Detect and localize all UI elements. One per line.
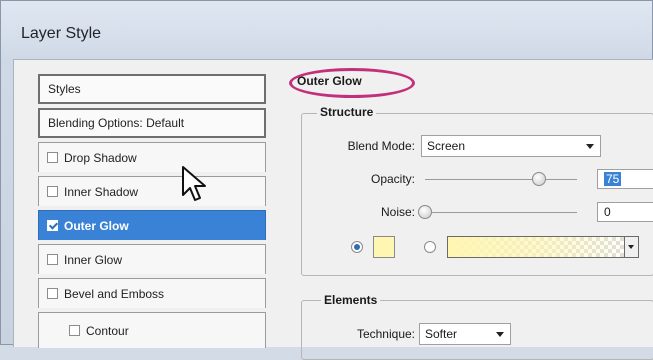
- technique-label: Technique:: [356, 327, 415, 341]
- contour-checkbox[interactable]: [69, 325, 80, 336]
- solid-color-radio[interactable]: [351, 241, 363, 253]
- noise-field[interactable]: 0: [597, 202, 653, 222]
- gradient-dropdown-icon[interactable]: [624, 237, 638, 257]
- style-item-inner-glow[interactable]: Inner Glow: [38, 244, 266, 274]
- style-item-label: Outer Glow: [64, 218, 129, 233]
- technique-select[interactable]: Softer: [419, 323, 511, 345]
- opacity-value: 75: [604, 172, 622, 186]
- blend-mode-value: Screen: [427, 139, 466, 153]
- style-item-label: Drop Shadow: [64, 150, 137, 165]
- opacity-slider-thumb[interactable]: [532, 172, 546, 186]
- glow-gradient-picker[interactable]: [447, 236, 639, 258]
- gradient-radio[interactable]: [424, 241, 436, 253]
- blend-mode-select[interactable]: Screen: [421, 135, 601, 157]
- style-item-inner-shadow[interactable]: Inner Shadow: [38, 176, 266, 206]
- mouse-pointer-icon: [182, 166, 206, 201]
- technique-value: Softer: [425, 327, 458, 341]
- noise-label: Noise:: [380, 205, 415, 219]
- style-item-label: Contour: [86, 323, 129, 338]
- styles-list: Styles Blending Options: Default Drop Sh…: [38, 74, 266, 348]
- style-item-label: Inner Glow: [64, 252, 123, 267]
- styles-header[interactable]: Styles: [38, 74, 266, 104]
- structure-label: Structure: [317, 105, 377, 119]
- styles-header-label: Styles: [48, 82, 81, 96]
- blending-options-label: Blending Options: Default: [48, 116, 185, 130]
- noise-value: 0: [604, 205, 611, 219]
- style-item-drop-shadow[interactable]: Drop Shadow: [38, 142, 266, 172]
- style-item-label: Inner Shadow: [64, 184, 139, 199]
- inner-glow-checkbox[interactable]: [47, 254, 58, 265]
- blend-mode-label: Blend Mode:: [347, 139, 415, 153]
- opacity-field[interactable]: 75: [597, 169, 653, 189]
- chevron-down-icon: [586, 144, 594, 149]
- layer-style-window: Layer Style Styles Blending Options: Def…: [0, 0, 653, 360]
- inner-shadow-checkbox[interactable]: [47, 186, 58, 197]
- title-bar: Layer Style: [1, 1, 652, 61]
- opacity-label: Opacity:: [370, 172, 415, 186]
- bevel-emboss-checkbox[interactable]: [47, 288, 58, 299]
- style-item-outer-glow[interactable]: Outer Glow: [38, 210, 266, 240]
- style-item-contour[interactable]: Contour: [38, 312, 266, 348]
- style-item-bevel-emboss[interactable]: Bevel and Emboss: [38, 278, 266, 308]
- blending-options-item[interactable]: Blending Options: Default: [38, 108, 266, 138]
- noise-slider-thumb[interactable]: [418, 205, 432, 219]
- elements-label: Elements: [321, 293, 381, 307]
- opacity-slider-track[interactable]: [425, 179, 577, 180]
- style-item-label: Bevel and Emboss: [64, 286, 165, 301]
- chevron-down-icon: [496, 332, 504, 337]
- window-title: Layer Style: [21, 25, 102, 42]
- glow-color-swatch[interactable]: [373, 236, 395, 258]
- highlight-circle: [289, 68, 415, 98]
- drop-shadow-checkbox[interactable]: [47, 152, 58, 163]
- noise-slider-track[interactable]: [425, 212, 577, 213]
- outer-glow-checkbox[interactable]: [47, 220, 58, 231]
